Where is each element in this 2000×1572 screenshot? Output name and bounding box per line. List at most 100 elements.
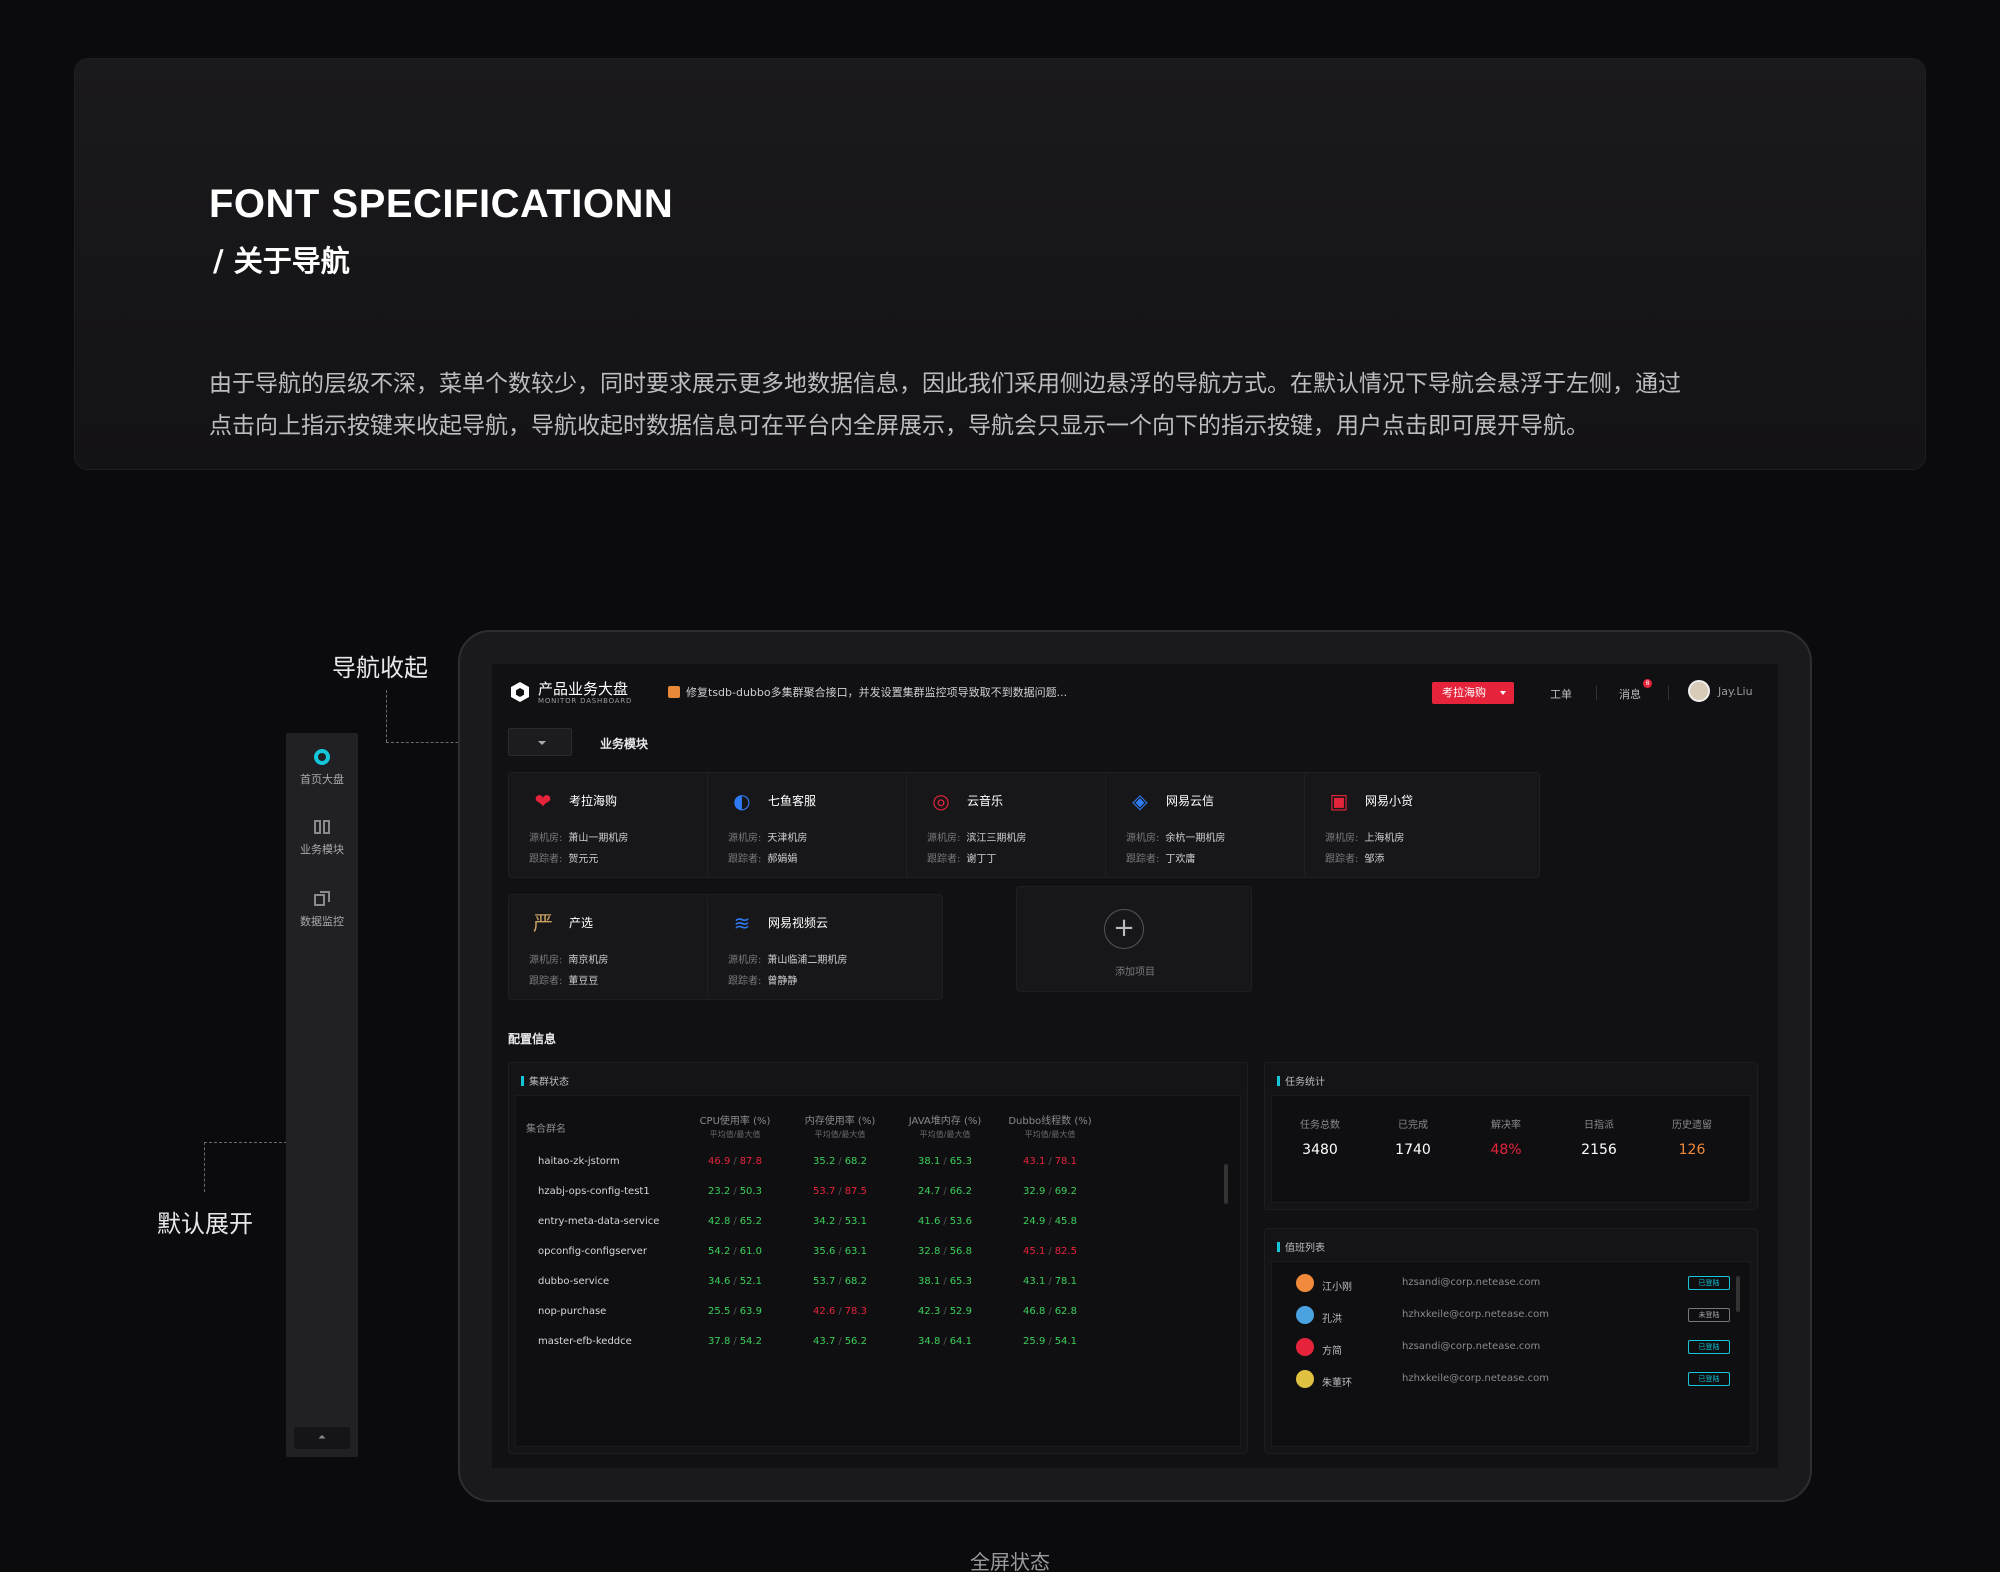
module-owner: 跟踪者: 曾静静	[728, 972, 797, 987]
monitor-icon	[314, 891, 330, 906]
plus-icon: +	[1104, 909, 1144, 949]
module-name: 网易视频云	[768, 916, 829, 930]
module-owner: 跟踪者: 董豆豆	[529, 972, 598, 987]
header-sub: 平均值/最大值	[709, 1130, 761, 1139]
room-label: 源机房:	[1126, 833, 1160, 844]
cluster-name[interactable]: nop-purchase	[538, 1306, 688, 1317]
module-card[interactable]: ≋ 网易视频云源机房: 萧山临浦二期机房 跟踪者: 曾静静	[707, 894, 943, 1000]
duty-email[interactable]: hzsandi@corp.netease.com	[1402, 1277, 1540, 1288]
yunxin-icon: ◈	[1132, 789, 1148, 813]
module-owner: 跟踪者: 邹添	[1325, 850, 1384, 865]
add-project-card[interactable]: + 添加项目	[1016, 886, 1252, 992]
table-cell: 46.9/87.8	[708, 1156, 762, 1167]
project-select[interactable]: 考拉海购	[1432, 682, 1514, 704]
max-value: 63.9	[739, 1306, 762, 1317]
room-value: 南京机房	[568, 955, 609, 966]
avg-value: 54.2	[708, 1246, 731, 1257]
cluster-name[interactable]: entry-meta-data-service	[538, 1216, 688, 1227]
table-header: Dubbo线程数 (%) 平均值/最大值	[995, 1112, 1105, 1140]
header-label: Dubbo线程数 (%)	[1008, 1116, 1092, 1127]
owner-value: 董豆豆	[568, 976, 599, 987]
chevron-up-icon: ⏶	[318, 1432, 326, 1443]
expand-nav-button[interactable]	[508, 728, 572, 756]
nav-item-monitor[interactable]: 数据监控	[286, 889, 358, 929]
room-value: 上海机房	[1364, 833, 1405, 844]
max-value: 56.2	[844, 1336, 867, 1347]
max-value: 68.2	[844, 1276, 867, 1287]
stat-value: 3480	[1302, 1142, 1338, 1158]
max-value: 61.0	[739, 1246, 762, 1257]
cluster-name[interactable]: haitao-zk-jstorm	[538, 1156, 688, 1167]
cluster-name[interactable]: master-efb-keddce	[538, 1336, 688, 1347]
work-order-link[interactable]: 工单	[1550, 686, 1572, 702]
status-badge: 已登陆	[1688, 1340, 1730, 1354]
header-label: 内存使用率 (%)	[804, 1116, 876, 1127]
max-value: 87.5	[844, 1186, 867, 1197]
table-cell: 34.6/52.1	[708, 1276, 762, 1287]
max-value: 69.2	[1054, 1186, 1077, 1197]
table-header: JAVA堆内存 (%) 平均值/最大值	[890, 1112, 1000, 1140]
message-link[interactable]: 消息	[1619, 686, 1641, 702]
table-cell: 34.8/64.1	[918, 1336, 972, 1347]
avg-value: 43.7	[813, 1336, 836, 1347]
side-nav: 首页大盘 业务模块 数据监控 ⏶	[286, 733, 358, 1457]
description-line: 点击向上指示按键来收起导航，导航收起时数据信息可在平台内全屏展示，导航会只显示一…	[209, 413, 1589, 439]
duty-name: 孔洪	[1322, 1314, 1342, 1325]
cluster-name[interactable]: opconfig-configserver	[538, 1246, 688, 1257]
avg-value: 24.9	[1023, 1216, 1046, 1227]
duty-email[interactable]: hzsandi@corp.netease.com	[1402, 1341, 1540, 1352]
duty-name: 江小刚	[1322, 1282, 1352, 1293]
header-label: 集合群名	[526, 1124, 566, 1135]
avg-value: 34.8	[918, 1336, 941, 1347]
module-card[interactable]: ▣ 网易小贷 源机房: 上海机房 跟踪者: 邹添	[1304, 772, 1540, 878]
chevron-down-icon	[538, 741, 546, 745]
cluster-name[interactable]: dubbo-service	[538, 1276, 688, 1287]
qiyu-icon: ◐	[733, 789, 751, 813]
max-value: 66.2	[949, 1186, 972, 1197]
max-value: 64.1	[949, 1336, 972, 1347]
avatar[interactable]	[1688, 680, 1710, 702]
avg-value: 25.9	[1023, 1336, 1046, 1347]
room-label: 源机房:	[529, 955, 563, 966]
avg-value: 41.6	[918, 1216, 941, 1227]
avg-value: 35.2	[813, 1156, 836, 1167]
module-name: 网易云信	[1166, 794, 1215, 808]
add-project-label: 添加项目	[1115, 967, 1155, 978]
stat-value: 2156	[1581, 1142, 1617, 1158]
scrollbar[interactable]	[1736, 1276, 1740, 1312]
dashboard-screen: 产品业务大盘 MONITOR DASHBOARD 修复tsdb-dubbo多集群…	[492, 664, 1778, 1468]
header-sub: 平均值/最大值	[1024, 1130, 1076, 1139]
nav-item-label: 业务模块	[300, 843, 344, 856]
duty-email[interactable]: hzhxkeile@corp.netease.com	[1402, 1309, 1549, 1320]
avg-value: 53.7	[813, 1186, 836, 1197]
duty-email[interactable]: hzhxkeile@corp.netease.com	[1402, 1373, 1549, 1384]
stat-value: 48%	[1490, 1142, 1522, 1158]
scrollbar[interactable]	[1224, 1164, 1228, 1204]
nav-item-home[interactable]: 首页大盘	[286, 747, 358, 787]
annotation-expanded: 默认展开	[157, 1210, 253, 1238]
cluster-name[interactable]: hzabj-ops-config-test1	[538, 1186, 688, 1197]
video-cloud-icon: ≋	[733, 911, 751, 935]
room-label: 源机房:	[728, 833, 762, 844]
collapse-up-button[interactable]: ⏶	[294, 1427, 350, 1449]
module-name: 网易小贷	[1365, 794, 1414, 808]
table-cell: 24.9/45.8	[1023, 1216, 1077, 1227]
max-value: 82.5	[1054, 1246, 1077, 1257]
notice-text[interactable]: 修复tsdb-dubbo多集群聚合接口，并发设置集群监控项导致取不到数据问题..…	[686, 684, 1067, 700]
loan-icon: ▣	[1329, 789, 1349, 813]
nav-item-modules[interactable]: 业务模块	[286, 817, 358, 857]
avatar	[1296, 1370, 1314, 1388]
module-owner: 跟踪者: 谢丁丁	[927, 850, 996, 865]
duty-list-body: 江小刚 hzsandi@corp.netease.com 已登陆 孔洪 hzhxkeil…	[1271, 1261, 1751, 1447]
notice-icon	[668, 686, 680, 698]
owner-label: 跟踪者:	[1126, 854, 1160, 865]
user-name[interactable]: Jay.Liu	[1718, 685, 1753, 698]
table-cell: 23.2/50.3	[708, 1186, 762, 1197]
avg-value: 46.8	[1023, 1306, 1046, 1317]
module-room: 源机房: 萧山临浦二期机房	[728, 951, 847, 966]
divider	[1596, 686, 1597, 700]
owner-label: 跟踪者:	[728, 976, 762, 987]
avatar	[1296, 1306, 1314, 1324]
max-value: 52.9	[949, 1306, 972, 1317]
stat-label: 日指派	[1584, 1120, 1614, 1131]
